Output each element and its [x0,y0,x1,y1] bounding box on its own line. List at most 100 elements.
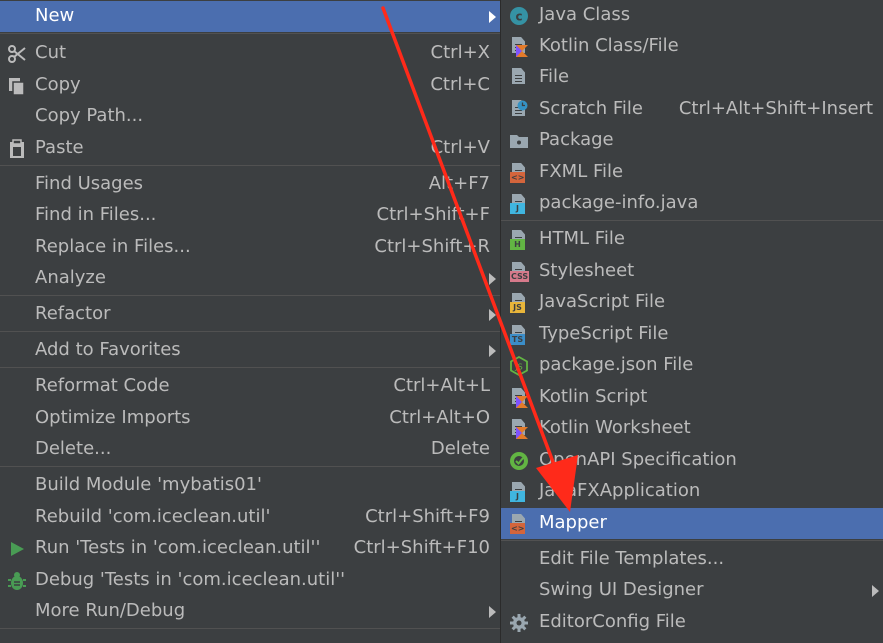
menu-separator [501,220,883,221]
openapi-icon [508,450,530,472]
menu-item-shortcut: Ctrl+Shift+F10 [353,537,490,558]
menu-item-shortcut: Ctrl+Alt+O [389,407,490,428]
submenu-arrow-icon [489,606,496,618]
menu-separator [0,367,500,368]
menu-item-shortcut: Ctrl+Shift+F9 [365,506,490,527]
html-file-icon: H [508,229,530,251]
menu-item-analyze[interactable]: Analyze [0,263,500,294]
menu-item-label: Refactor [35,303,111,324]
menu-item-label: Replace in Files... [35,236,191,257]
menu-item-replace-in-files[interactable]: Replace in Files... Ctrl+Shift+R [0,232,500,263]
menu-item-shortcut: Ctrl+X [430,42,490,63]
menu-separator [0,331,500,332]
menu-item-label: HTML File [539,228,625,249]
menu-item-cut[interactable]: Cut Ctrl+X [0,38,500,69]
menu-item-label: Run 'Tests in 'com.iceclean.util'' [35,537,321,558]
submenu-item-mapper[interactable]: <> Mapper [501,508,883,539]
menu-item-delete[interactable]: Delete... Delete [0,434,500,465]
submenu-item-fxml-file[interactable]: <> FXML File [501,157,883,188]
menu-separator [0,165,500,166]
menu-item-label: Edit File Templates... [539,548,725,569]
submenu-arrow-icon [489,309,496,321]
submenu-item-typescript-file[interactable]: TS TypeScript File [501,319,883,350]
run-icon [6,538,28,560]
submenu-item-scratch-file[interactable]: Scratch File Ctrl+Alt+Shift+Insert [501,94,883,125]
menu-item-shortcut: Delete [430,438,490,459]
mapper-file-icon: <> [508,513,530,535]
menu-item-label: JavaFXApplication [539,480,701,501]
menu-separator [0,33,500,34]
menu-item-shortcut: Ctrl+Alt+L [393,375,490,396]
menu-item-label: Kotlin Class/File [539,35,679,56]
menu-item-optimize-imports[interactable]: Optimize Imports Ctrl+Alt+O [0,403,500,434]
java-file-icon: J [508,193,530,215]
menu-item-rebuild[interactable]: Rebuild 'com.iceclean.util' Ctrl+Shift+F… [0,502,500,533]
svg-text:c: c [515,10,522,24]
submenu-item-javafx-application[interactable]: J JavaFXApplication [501,476,883,507]
menu-separator [0,295,500,296]
menu-item-label: Delete... [35,438,112,459]
clipboard-icon [6,138,28,160]
java-class-icon: c [508,5,530,27]
menu-item-copy-path[interactable]: Copy Path... [0,101,500,132]
submenu-item-html-file[interactable]: H HTML File [501,224,883,255]
submenu-item-kotlin-worksheet[interactable]: Kotlin Worksheet [501,413,883,444]
menu-item-label: Reformat Code [35,375,170,396]
menu-item-label: Mapper [539,512,607,533]
menu-item-label: package.json File [539,354,694,375]
menu-item-label: Kotlin Worksheet [539,417,691,438]
menu-item-paste[interactable]: Paste Ctrl+V [0,133,500,164]
scratch-file-icon [508,99,530,121]
javascript-file-icon: JS [508,292,530,314]
submenu-item-package-json[interactable]: JS package.json File [501,350,883,381]
submenu-item-javascript-file[interactable]: JS JavaScript File [501,287,883,318]
gear-icon [508,612,530,634]
menu-item-refactor[interactable]: Refactor [0,299,500,330]
menu-item-label: Rebuild 'com.iceclean.util' [35,506,271,527]
submenu-item-editorconfig[interactable]: EditorConfig File [501,607,883,638]
submenu-item-package[interactable]: Package [501,125,883,156]
submenu-arrow-icon [872,585,879,597]
menu-item-debug[interactable]: Debug 'Tests in 'com.iceclean.util'' [0,565,500,596]
menu-item-label: EditorConfig File [539,611,686,632]
submenu-item-file[interactable]: File [501,62,883,93]
menu-item-label: More Run/Debug [35,600,186,621]
menu-item-shortcut: Ctrl+Shift+R [374,236,490,257]
submenu-item-stylesheet[interactable]: CSS Stylesheet [501,256,883,287]
nodejs-hexagon-icon: JS [508,355,530,377]
css-file-icon: CSS [508,261,530,283]
menu-item-run[interactable]: Run 'Tests in 'com.iceclean.util'' Ctrl+… [0,533,500,564]
submenu-item-java-class[interactable]: c Java Class [501,0,883,31]
bug-icon [6,570,28,592]
menu-item-more-run-debug[interactable]: More Run/Debug [0,596,500,627]
menu-item-label: Copy Path... [35,105,144,126]
submenu-item-swing-ui-designer[interactable]: Swing UI Designer [501,575,883,606]
menu-item-find-usages[interactable]: Find Usages Alt+F7 [0,169,500,200]
svg-text:JS: JS [514,363,522,372]
menu-item-reformat-code[interactable]: Reformat Code Ctrl+Alt+L [0,371,500,402]
menu-item-copy[interactable]: Copy Ctrl+C [0,70,500,101]
submenu-item-openapi[interactable]: OpenAPI Specification [501,445,883,476]
submenu-item-package-info[interactable]: J package-info.java [501,188,883,219]
menu-item-new[interactable]: New [0,1,500,32]
typescript-file-icon: TS [508,324,530,346]
java-file-icon: J [508,481,530,503]
menu-separator [0,466,500,467]
menu-item-label: Package [539,129,614,150]
menu-item-label: Java Class [539,4,631,25]
submenu-item-kotlin-class[interactable]: Kotlin Class/File [501,31,883,62]
menu-item-find-in-files[interactable]: Find in Files... Ctrl+Shift+F [0,200,500,231]
menu-item-label: package-info.java [539,192,699,213]
submenu-item-edit-file-templates[interactable]: Edit File Templates... [501,544,883,575]
menu-item-label: Debug 'Tests in 'com.iceclean.util'' [35,569,346,590]
menu-item-label: OpenAPI Specification [539,449,737,470]
package-folder-icon [508,130,530,152]
menu-item-label: Swing UI Designer [539,579,704,600]
menu-item-label: Add to Favorites [35,339,181,360]
submenu-item-kotlin-script[interactable]: Kotlin Script [501,382,883,413]
submenu-arrow-icon [489,273,496,285]
menu-item-add-to-favorites[interactable]: Add to Favorites [0,335,500,366]
menu-item-build-module[interactable]: Build Module 'mybatis01' [0,470,500,501]
fxml-file-icon: <> [508,162,530,184]
menu-item-shortcut: Ctrl+Alt+Shift+Insert [678,98,873,119]
